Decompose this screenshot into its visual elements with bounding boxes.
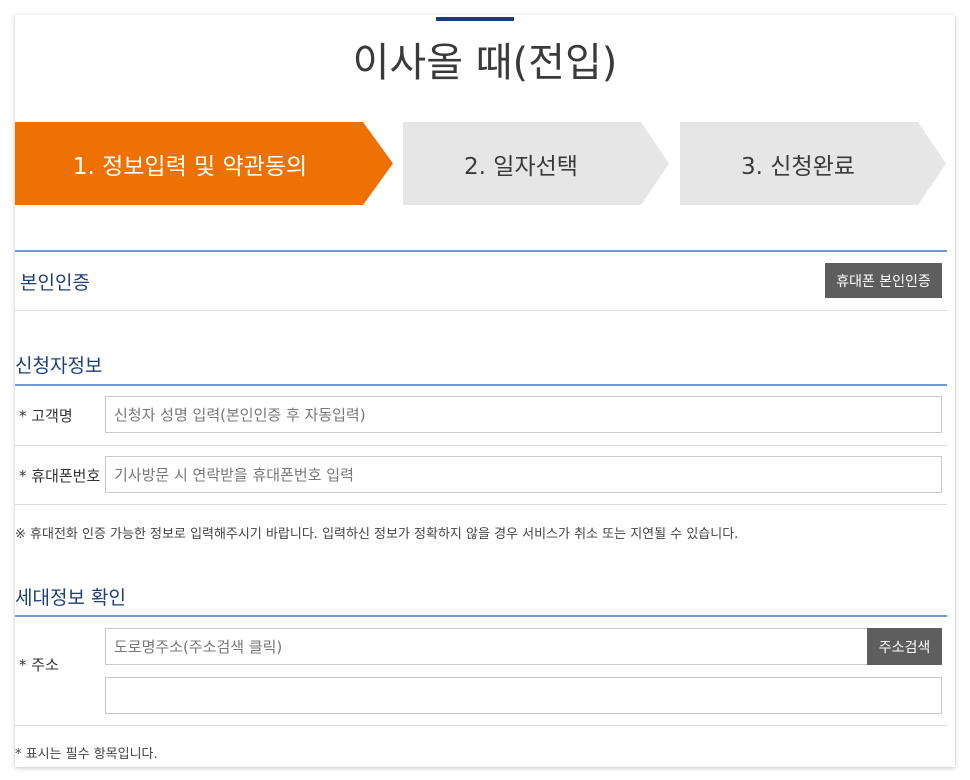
address-row-divider <box>15 725 947 726</box>
household-section-label: 세대정보 확인 <box>15 587 126 609</box>
phone-number-label: * 휴대폰번호 <box>19 467 101 485</box>
phone-number-input[interactable] <box>105 456 942 493</box>
auth-top-divider <box>15 250 947 252</box>
phone-auth-button[interactable]: 휴대폰 본인인증 <box>825 263 942 298</box>
address-label: * 주소 <box>19 656 59 674</box>
road-address-input[interactable] <box>105 628 868 665</box>
auth-bottom-divider <box>15 310 947 311</box>
step-2-label: 2. 일자선택 <box>464 153 578 180</box>
name-row-divider <box>15 445 947 446</box>
address-detail-input[interactable] <box>105 677 942 714</box>
page-title: 이사올 때(전입) <box>352 40 618 86</box>
step-1-info-input: 1. 정보입력 및 약관동의 <box>15 122 393 205</box>
required-field-note: * 표시는 필수 항목입니다. <box>15 747 158 762</box>
applicant-divider <box>15 384 947 386</box>
phone-row-divider <box>15 504 947 505</box>
phone-auth-notice: ※ 휴대전화 인증 가능한 정보로 입력해주시기 바랍니다. 입력하신 정보가 … <box>15 527 739 542</box>
step-3-label: 3. 신청완료 <box>741 153 855 180</box>
step-1-label: 1. 정보입력 및 약관동의 <box>72 153 308 180</box>
step-2-date-select: 2. 일자선택 <box>403 122 669 205</box>
customer-name-input[interactable] <box>105 396 942 433</box>
title-accent-bar <box>436 17 514 21</box>
customer-name-label: * 고객명 <box>19 407 73 425</box>
address-search-button[interactable]: 주소검색 <box>867 628 942 665</box>
household-divider <box>15 615 947 617</box>
auth-section-label: 본인인증 <box>20 272 90 294</box>
applicant-section-label: 신청자정보 <box>15 355 103 377</box>
step-3-complete: 3. 신청완료 <box>680 122 946 205</box>
